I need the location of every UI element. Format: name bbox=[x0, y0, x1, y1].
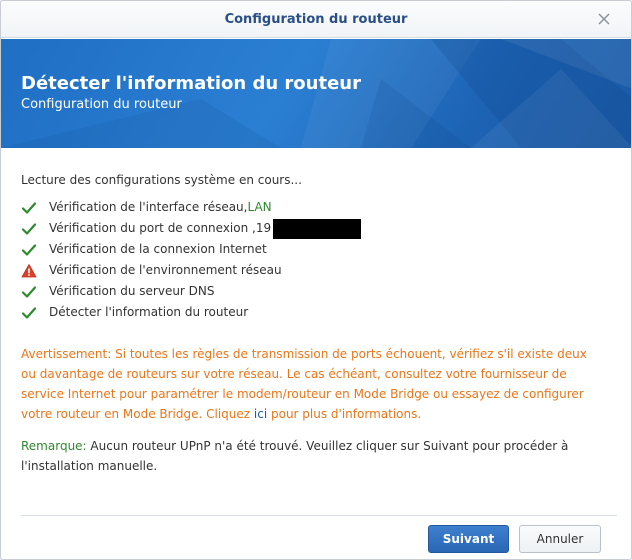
info-link[interactable]: ici bbox=[254, 407, 267, 421]
banner-title: Détecter l'information du routeur bbox=[21, 73, 361, 94]
dialog-content: Lecture des configurations système en co… bbox=[21, 171, 617, 476]
warning-text-after: pour plus d'informations. bbox=[267, 407, 422, 421]
check-item-router-info: Détecter l'information du routeur bbox=[21, 302, 617, 323]
remark-message: Remarque: Aucun routeur UPnP n'a été tro… bbox=[21, 436, 601, 476]
check-item-interface: Vérification de l'interface réseau, LAN bbox=[21, 197, 617, 218]
warning-icon bbox=[21, 263, 37, 279]
check-label: Détecter l'information du routeur bbox=[49, 305, 249, 319]
remark-label: Remarque: bbox=[21, 439, 87, 453]
check-icon bbox=[21, 284, 37, 300]
close-icon bbox=[598, 13, 610, 25]
footer-divider bbox=[21, 515, 617, 516]
check-label: Vérification de l'interface réseau, bbox=[49, 200, 248, 214]
interface-value: LAN bbox=[247, 200, 272, 214]
banner-subtitle: Configuration du routeur bbox=[21, 97, 182, 112]
status-text: Lecture des configurations système en co… bbox=[21, 173, 302, 187]
check-icon bbox=[21, 200, 37, 216]
check-list: Vérification de l'interface réseau, LAN … bbox=[21, 197, 617, 323]
warning-message: Avertissement: Si toutes les règles de t… bbox=[21, 344, 601, 424]
header-banner: Détecter l'information du routeur Config… bbox=[1, 39, 631, 148]
dialog-titlebar: Configuration du routeur bbox=[1, 1, 631, 38]
router-config-dialog: Configuration du routeur Détecter l'info… bbox=[0, 0, 632, 560]
redacted-block bbox=[273, 218, 362, 239]
check-item-environment: Vérification de l'environnement réseau bbox=[21, 260, 617, 281]
check-label: Vérification de la connexion Internet bbox=[49, 242, 267, 256]
check-icon bbox=[21, 242, 37, 258]
close-button[interactable] bbox=[595, 10, 613, 28]
check-item-port: Vérification du port de connexion , 19 bbox=[21, 218, 617, 239]
cancel-button[interactable]: Annuler bbox=[519, 525, 601, 553]
check-item-internet: Vérification de la connexion Internet bbox=[21, 239, 617, 260]
next-button[interactable]: Suivant bbox=[428, 525, 509, 553]
check-label: Vérification du port de connexion , bbox=[49, 221, 256, 235]
port-value: 19 bbox=[255, 221, 272, 235]
check-label: Vérification de l'environnement réseau bbox=[49, 263, 282, 277]
dialog-title: Configuration du routeur bbox=[224, 12, 408, 27]
check-item-dns: Vérification du serveur DNS bbox=[21, 281, 617, 302]
check-icon bbox=[21, 305, 37, 321]
check-icon bbox=[21, 221, 37, 237]
check-label: Vérification du serveur DNS bbox=[49, 284, 215, 298]
remark-text: Aucun routeur UPnP n'a été trouvé. Veuil… bbox=[21, 439, 569, 473]
